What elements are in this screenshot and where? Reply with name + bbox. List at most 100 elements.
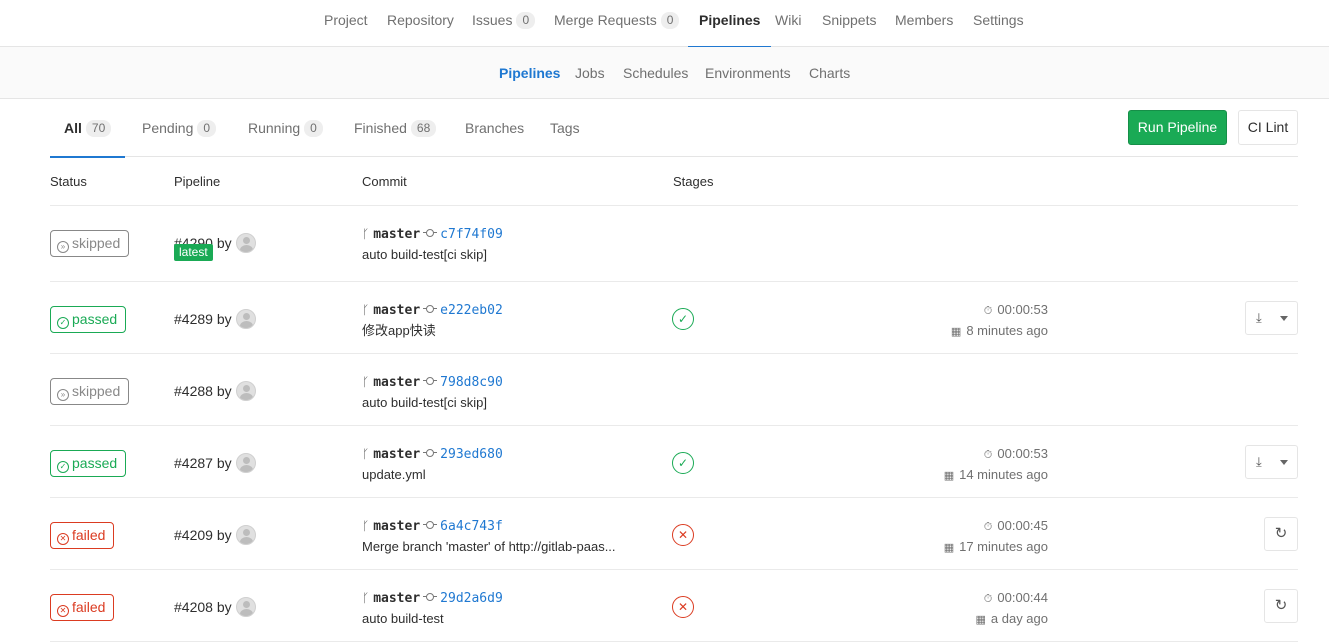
header-commit: Commit [362, 174, 407, 189]
tab-pending[interactable]: Pending 0 [142, 99, 217, 157]
subnav-environments[interactable]: Environments [705, 47, 791, 99]
nav-merge-requests-label: Merge Requests [554, 12, 657, 28]
pipeline-id-link[interactable]: #4208 [174, 599, 213, 615]
download-artifacts-button[interactable]: ⤓ [1245, 445, 1298, 479]
avatar[interactable] [235, 525, 256, 545]
commit-message[interactable]: auto build-test[ci skip] [362, 245, 644, 265]
header-stages: Stages [673, 174, 714, 189]
download-artifacts-button[interactable]: ⤓ [1245, 301, 1298, 335]
status-badge[interactable]: ✓ passed [50, 306, 127, 333]
tab-tags[interactable]: Tags [550, 99, 580, 157]
tab-running[interactable]: Running 0 [248, 99, 323, 157]
subnav-schedules[interactable]: Schedules [623, 47, 688, 99]
commit-sha-link[interactable]: 798d8c90 [440, 375, 503, 390]
status-badge[interactable]: » skipped [50, 230, 130, 257]
pipeline-id-cell: #4287 by [174, 453, 256, 473]
pipeline-id-link[interactable]: #4288 [174, 383, 213, 399]
pipeline-id-cell: #4288 by [174, 381, 256, 401]
status-badge[interactable]: ✕ failed [50, 522, 115, 549]
branch-link[interactable]: master [373, 227, 420, 242]
ci-lint-button[interactable]: CI Lint [1238, 110, 1298, 145]
subnav-charts[interactable]: Charts [809, 47, 850, 99]
status-badge[interactable]: ✓ passed [50, 450, 127, 477]
retry-pipeline-button[interactable]: ↻ [1264, 589, 1298, 623]
commit-ref: ᚴ master 798d8c90 [362, 372, 652, 393]
status-badge[interactable]: » skipped [50, 378, 130, 405]
nav-pipelines[interactable]: Pipelines [687, 0, 773, 48]
branch-icon: ᚴ [362, 375, 370, 389]
commit-icon [423, 229, 438, 237]
nav-issues[interactable]: Issues 0 [472, 0, 536, 47]
download-icon: ⤓ [1256, 310, 1262, 325]
nav-settings[interactable]: Settings [973, 0, 1024, 47]
nav-repository[interactable]: Repository [387, 0, 454, 47]
avatar[interactable] [235, 597, 256, 617]
nav-members[interactable]: Members [895, 0, 953, 47]
commit-sha-link[interactable]: c7f74f09 [440, 227, 503, 242]
commit-message[interactable]: update.yml [362, 465, 644, 485]
tab-running-label: Running [248, 120, 301, 136]
commit-sha-link[interactable]: 293ed680 [440, 447, 503, 462]
finished-at: ▦ 8 minutes ago [951, 321, 1048, 342]
commit-message[interactable]: Merge branch 'master' of http://gitlab-p… [362, 537, 644, 557]
x-circle-icon: ✕ [57, 533, 69, 545]
commit-cell: ᚴ master e222eb02 修改app快读 [362, 300, 652, 341]
branch-icon: ᚴ [362, 303, 370, 317]
skipped-icon: » [57, 241, 69, 253]
project-nav: Project Repository Issues 0 Merge Request… [0, 0, 1329, 48]
avatar[interactable] [235, 233, 256, 253]
retry-icon: ↻ [1274, 597, 1288, 614]
status-badge[interactable]: ✕ failed [50, 594, 115, 621]
pipeline-id-link[interactable]: #4289 [174, 311, 213, 327]
branch-link[interactable]: master [373, 447, 420, 462]
branch-link[interactable]: master [373, 591, 420, 606]
commit-icon [423, 521, 438, 529]
status-label: skipped [72, 235, 121, 251]
pipeline-id-cell: #4208 by [174, 597, 256, 617]
finished-at: ▦ a day ago [975, 609, 1048, 630]
nav-settings-label: Settings [973, 12, 1024, 28]
nav-pipelines-label: Pipelines [699, 12, 761, 28]
tab-all[interactable]: All 70 [49, 99, 126, 158]
nav-wiki[interactable]: Wiki [775, 0, 801, 47]
pipeline-id-link[interactable]: #4287 [174, 455, 213, 471]
retry-pipeline-button[interactable]: ↻ [1264, 517, 1298, 551]
finished-value: 14 minutes ago [959, 467, 1048, 482]
avatar[interactable] [235, 381, 256, 401]
commit-message[interactable]: auto build-test [362, 609, 644, 629]
branch-link[interactable]: master [373, 519, 420, 534]
stage-success-icon[interactable]: ✓ [672, 308, 694, 330]
timing-cell: ⏱ 00:00:45 ▦ 17 minutes ago [944, 516, 1048, 558]
avatar[interactable] [235, 453, 256, 473]
commit-message[interactable]: auto build-test[ci skip] [362, 393, 644, 413]
stage-success-icon[interactable]: ✓ [672, 452, 694, 474]
timing-cell: ⏱ 00:00:44 ▦ a day ago [975, 588, 1048, 630]
nav-merge-requests[interactable]: Merge Requests 0 [554, 0, 680, 47]
branch-link[interactable]: master [373, 303, 420, 318]
commit-message[interactable]: 修改app快读 [362, 321, 644, 341]
stage-failed-icon[interactable]: ✕ [672, 596, 694, 618]
nav-project[interactable]: Project [324, 0, 368, 47]
nav-wiki-label: Wiki [775, 12, 802, 28]
stage-failed-icon[interactable]: ✕ [672, 524, 694, 546]
run-pipeline-button[interactable]: Run Pipeline [1128, 110, 1227, 145]
scope-tabs: All 70 Pending 0 Running 0 Finished 68 Branc… [49, 99, 1298, 158]
timing-cell: ⏱ 00:00:53 ▦ 8 minutes ago [951, 300, 1048, 342]
subnav-pipelines[interactable]: Pipelines [499, 47, 560, 99]
tab-pending-count: 0 [197, 120, 217, 137]
pipeline-id-link[interactable]: #4209 [174, 527, 213, 543]
nav-snippets[interactable]: Snippets [822, 0, 876, 47]
commit-sha-link[interactable]: 29d2a6d9 [440, 591, 503, 606]
commit-sha-link[interactable]: 6a4c743f [440, 519, 503, 534]
branch-link[interactable]: master [373, 375, 420, 390]
commit-sha-link[interactable]: e222eb02 [440, 303, 503, 318]
table-row: ✕ failed #4208 by ᚴ master 29d2a6d9 auto build… [50, 570, 1298, 642]
subnav-jobs[interactable]: Jobs [575, 47, 605, 99]
avatar[interactable] [235, 309, 256, 329]
tab-finished[interactable]: Finished 68 [354, 99, 437, 157]
tab-branches[interactable]: Branches [465, 99, 524, 157]
check-circle-icon: ✓ [57, 317, 69, 329]
duration-value: 00:00:45 [997, 518, 1048, 533]
calendar-icon: ▦ [943, 542, 955, 554]
nav-issues-label: Issues [472, 12, 513, 28]
